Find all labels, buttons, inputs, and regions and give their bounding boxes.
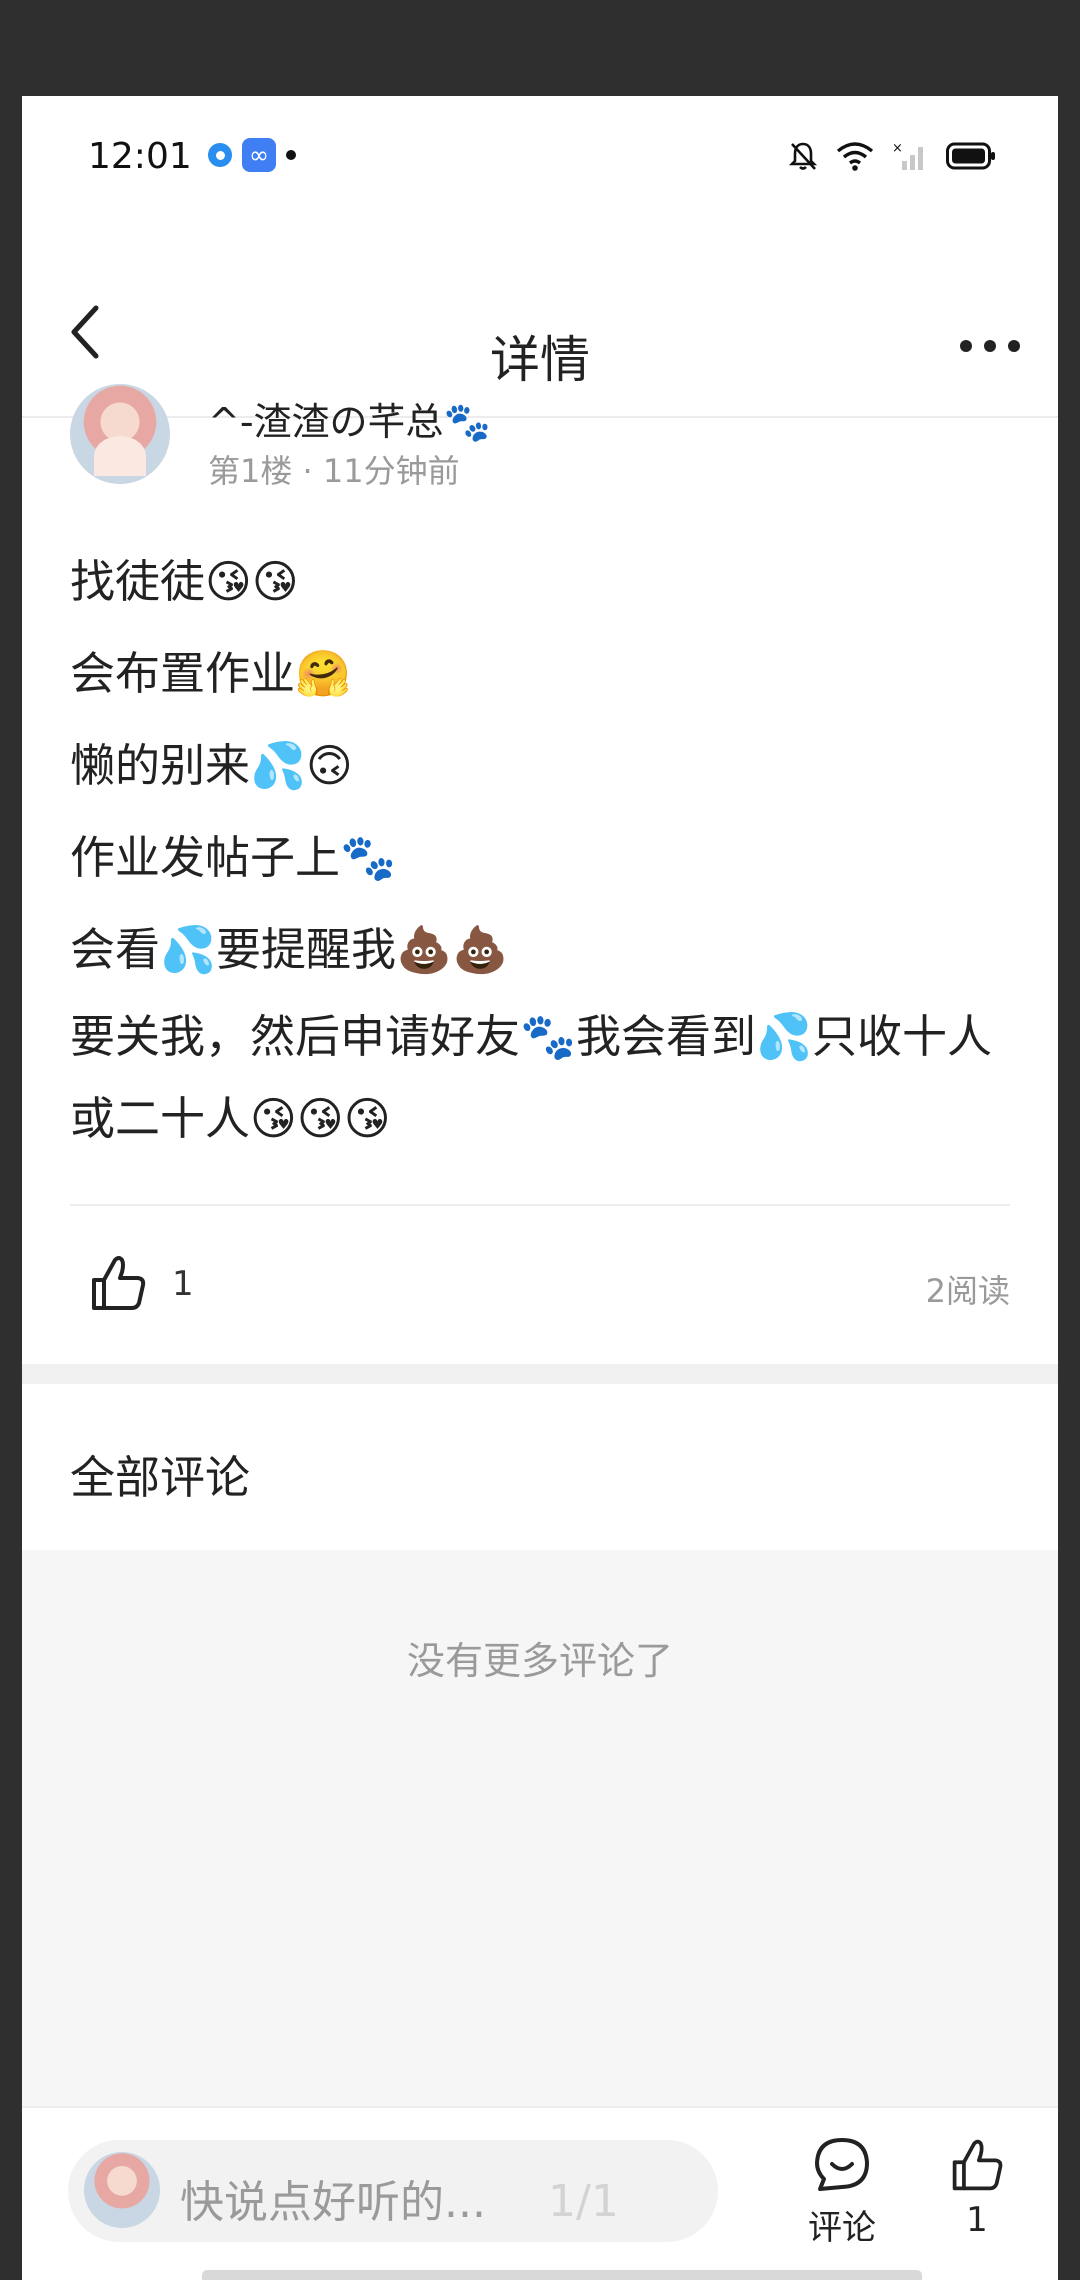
comment-button[interactable]: 评论 (782, 2136, 902, 2249)
battery-icon (946, 142, 995, 170)
more-dot-icon (960, 340, 972, 352)
svg-text:×: × (892, 141, 903, 156)
comments-heading: 全部评论 (70, 1451, 251, 1504)
blue-circle-app-icon (208, 143, 232, 167)
comment-input[interactable]: 快说点好听的... 1/1 (68, 2140, 718, 2242)
author-avatar[interactable] (70, 384, 170, 484)
phone-screen: 12:01 ∞ × 详情 ^-渣渣の芊总🐾 第1楼 · 11分钟前 找徒徒😘😘 … (22, 96, 1058, 2280)
post-content: 找徒徒😘😘 会布置作业🤗 懒的别来💦🙃 作业发帖子上🐾 会看💦要提醒我💩💩 要关… (70, 536, 1030, 1160)
infinity-app-icon: ∞ (242, 138, 276, 172)
post-meta: 第1楼 · 11分钟前 (208, 452, 460, 490)
post-line: 要关我，然后申请好友🐾我会看到💦只收十人或二十人😘😘😘 (70, 1010, 993, 1145)
like-count: 1 (172, 1264, 194, 1304)
page-indicator: 1/1 (548, 2176, 619, 2227)
no-signal-icon: × (892, 141, 923, 170)
post-line: 懒的别来💦🙃 (70, 739, 353, 792)
status-app-icons: ∞ (208, 138, 296, 172)
like-button[interactable] (88, 1252, 148, 1314)
navigation-bar: 详情 (22, 222, 1058, 418)
no-more-comments: 没有更多评论了 (406, 1639, 673, 1683)
like-action-button[interactable]: 1 (922, 2136, 1032, 2240)
status-indicators: × (788, 140, 996, 172)
comment-label: 评论 (808, 2208, 876, 2248)
page-title: 详情 (490, 331, 590, 389)
status-time: 12:01 (88, 136, 192, 177)
comments-list: 没有更多评论了 (22, 1550, 1058, 2106)
comment-bubble-icon (815, 2138, 869, 2191)
notification-dot-icon (286, 150, 296, 160)
user-avatar (84, 2152, 160, 2228)
scroll-hint (202, 2270, 922, 2280)
post-line: 作业发帖子上🐾 (70, 831, 397, 884)
thumbs-up-icon (952, 2139, 1003, 2191)
post-line: 会看💦要提醒我💩💩 (70, 923, 509, 976)
read-count: 2阅读 (925, 1272, 1010, 1310)
more-button[interactable] (960, 340, 1020, 352)
bottom-action-bar: 快说点好听的... 1/1 评论 1 (22, 2106, 1058, 2280)
like-action-count: 1 (966, 2200, 988, 2240)
author-name[interactable]: ^-渣渣の芊总🐾 (208, 391, 491, 446)
section-divider (22, 1364, 1058, 1384)
wifi-icon (836, 142, 874, 171)
more-dot-icon (1008, 340, 1020, 352)
post-line: 会布置作业🤗 (70, 647, 352, 700)
status-bar: 12:01 ∞ × (22, 96, 1058, 222)
divider (70, 1204, 1010, 1206)
muted-bell-icon (788, 142, 818, 170)
comment-input-placeholder: 快说点好听的... (180, 2177, 486, 2228)
post-line: 找徒徒😘😘 (70, 555, 299, 608)
more-dot-icon (984, 340, 996, 352)
